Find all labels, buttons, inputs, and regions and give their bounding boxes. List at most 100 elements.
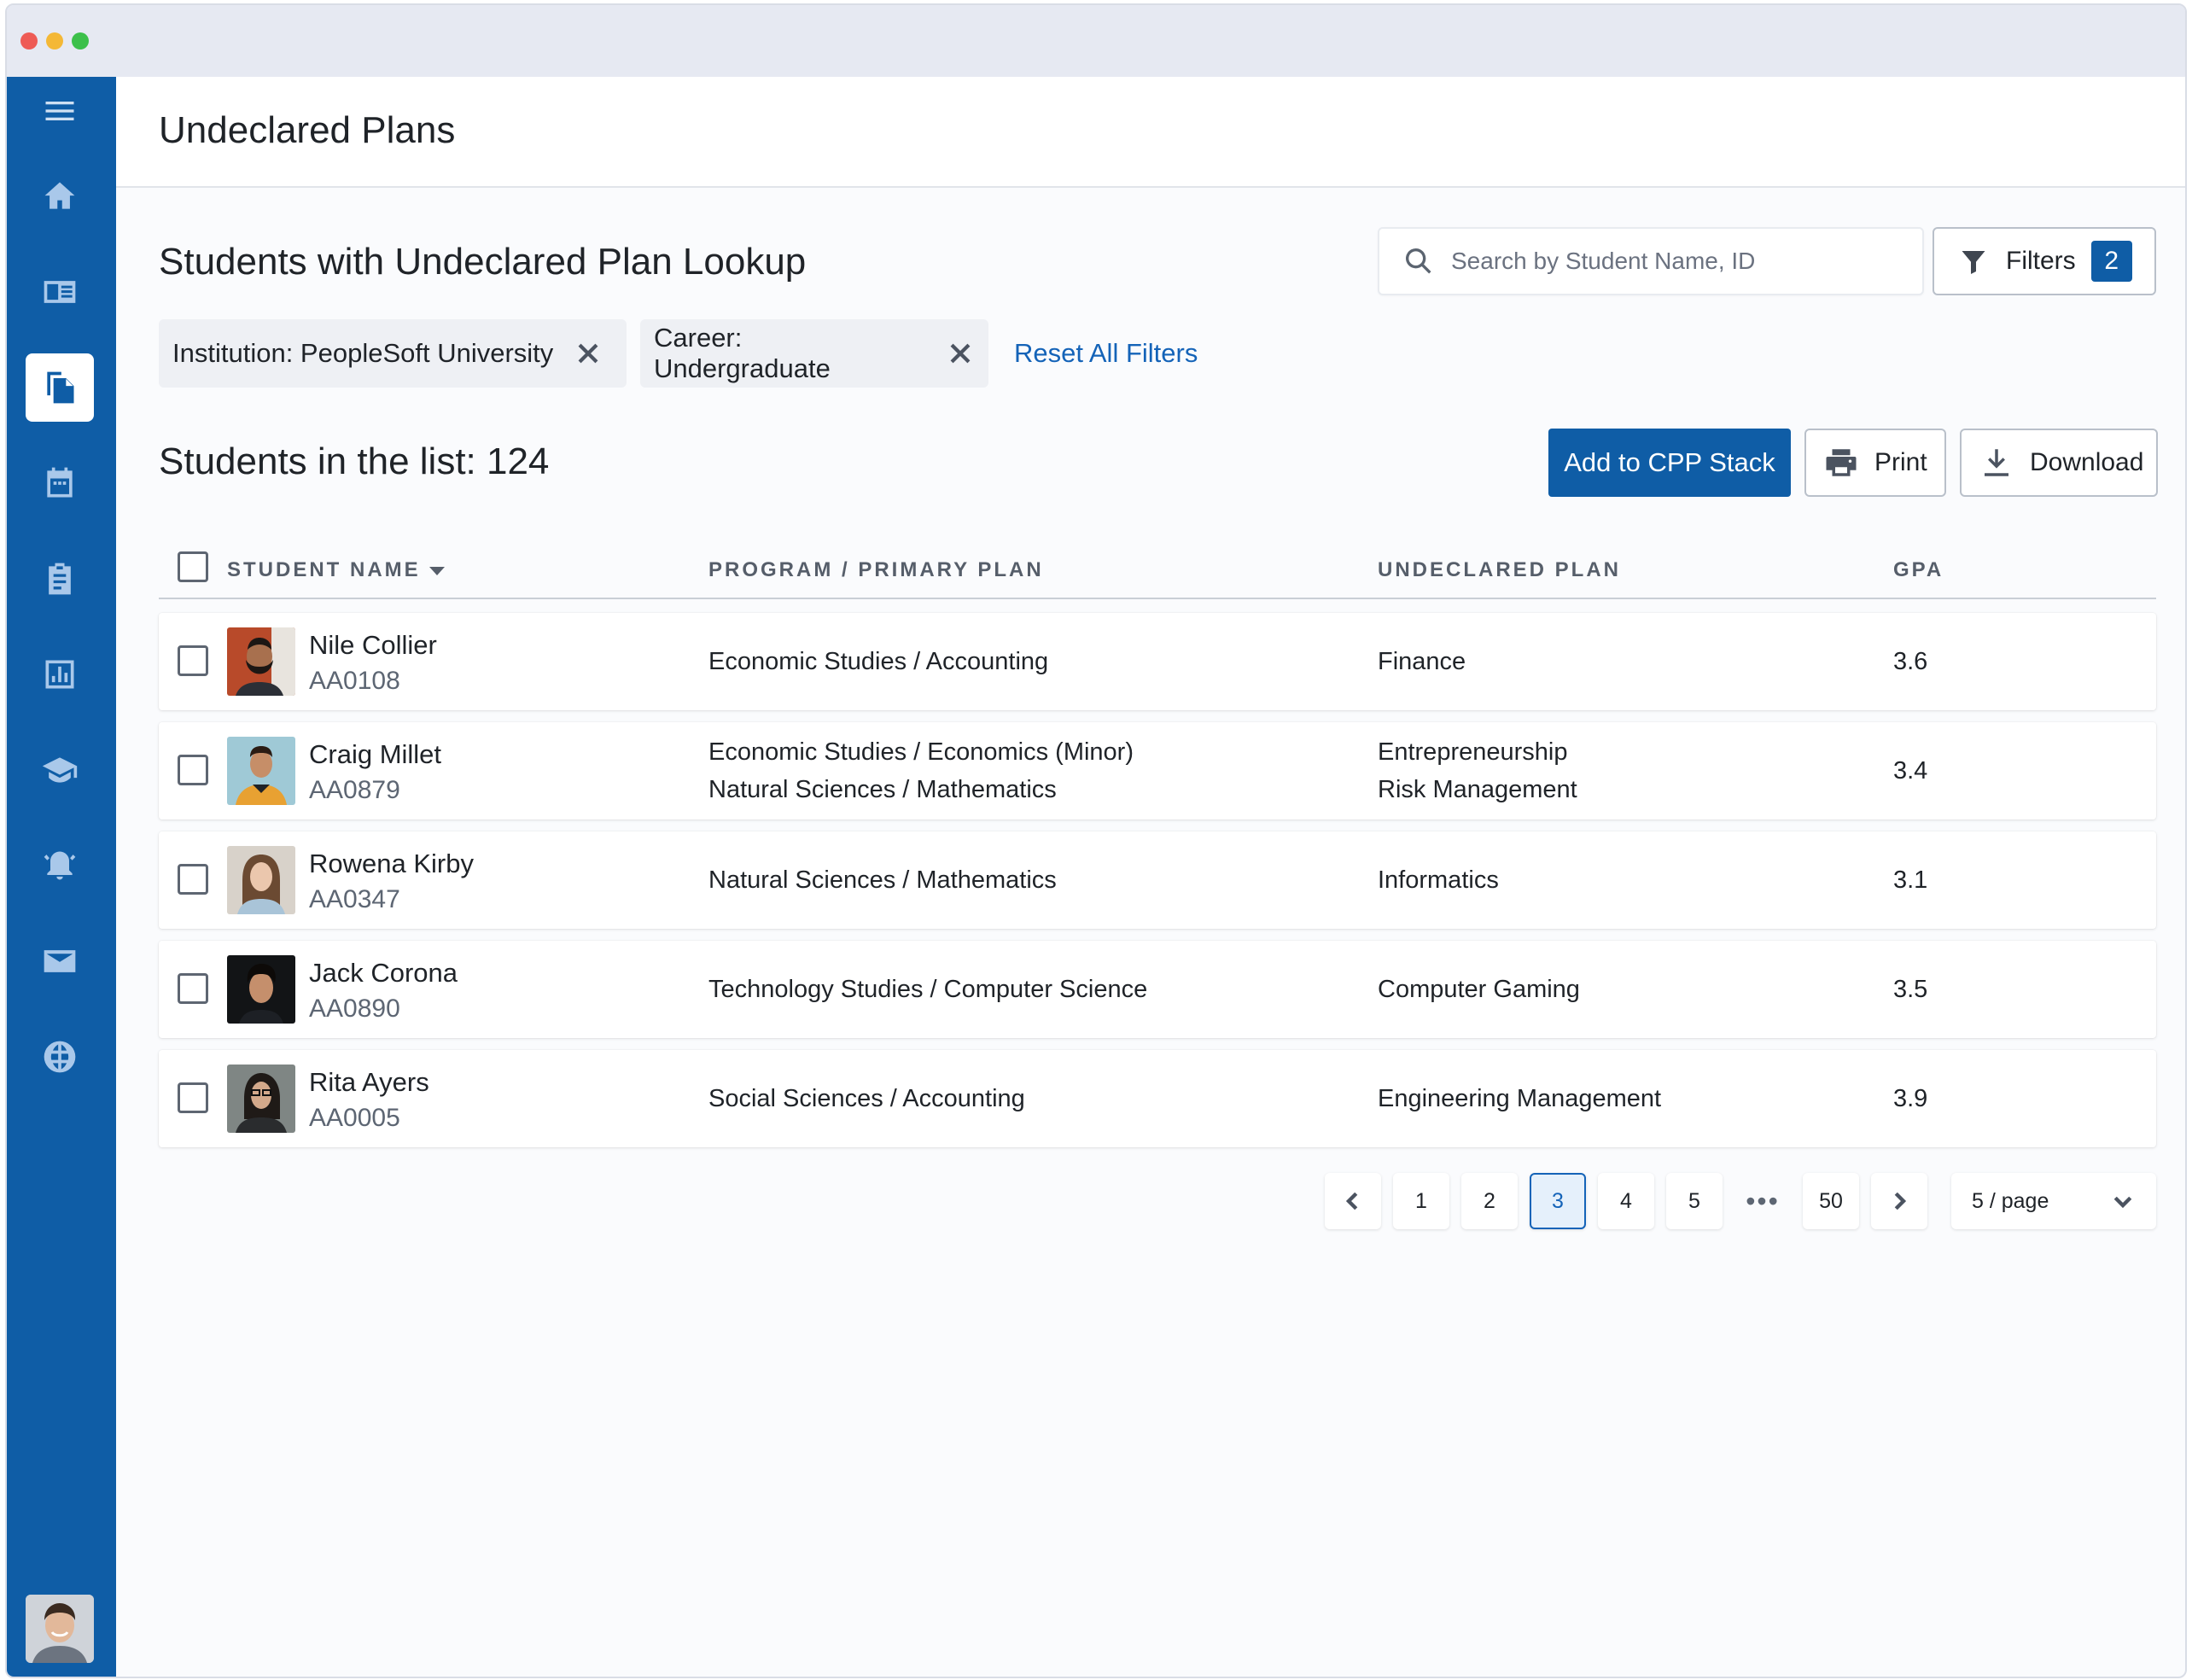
maximize-window-button[interactable] <box>72 32 89 50</box>
globe-icon <box>44 1041 76 1073</box>
sidebar-item-academics[interactable] <box>26 736 94 804</box>
search-box <box>1378 227 1924 295</box>
row-checkbox[interactable] <box>178 755 208 785</box>
print-button[interactable]: Print <box>1804 429 1946 497</box>
table-header: STUDENT NAME PROGRAM / PRIMARY PLAN UNDE… <box>159 540 2156 599</box>
remove-filter-button[interactable] <box>574 339 603 368</box>
column-header-gpa: GPA <box>1893 558 1944 581</box>
pagination-ellipsis[interactable]: ••• <box>1734 1173 1791 1229</box>
program-cell: Economic Studies / Accounting <box>708 643 1048 680</box>
close-icon <box>950 343 971 364</box>
table-row[interactable]: Rowena Kirby AA0347 Natural Sciences / M… <box>159 831 2156 929</box>
next-page-button[interactable] <box>1871 1173 1927 1229</box>
program-line: Economic Studies / Economics (Minor) <box>708 738 1134 766</box>
undeclared-plan-line: Informatics <box>1378 866 1499 894</box>
sidebar-item-messages[interactable] <box>26 927 94 995</box>
sidebar-item-home[interactable] <box>26 162 94 230</box>
undeclared-plan-line: Engineering Management <box>1378 1085 1662 1112</box>
sidebar-item-web[interactable] <box>26 1023 94 1091</box>
chevron-down-icon <box>2113 1196 2132 1209</box>
student-photo <box>227 1065 295 1133</box>
column-header-undeclared-plan: UNDECLARED PLAN <box>1378 558 1621 581</box>
page-button-3-current[interactable]: 3 <box>1530 1173 1586 1229</box>
chevron-left-icon <box>1345 1192 1358 1210</box>
students-table: STUDENT NAME PROGRAM / PRIMARY PLAN UNDE… <box>159 540 2156 1147</box>
student-name[interactable]: Nile Collier <box>309 630 437 661</box>
page-size-select[interactable]: 5 / page <box>1951 1173 2156 1229</box>
search-icon <box>1406 248 1431 274</box>
filter-funnel-icon <box>1962 251 1985 274</box>
sidebar <box>7 77 116 1677</box>
gpa-cell: 3.1 <box>1893 866 1928 894</box>
user-avatar-image <box>26 1595 94 1663</box>
sidebar-item-assignments[interactable] <box>26 545 94 613</box>
bar-chart-icon <box>45 660 74 689</box>
student-photo <box>227 955 295 1024</box>
minimize-window-button[interactable] <box>46 32 63 50</box>
section-title: Students with Undeclared Plan Lookup <box>159 241 807 283</box>
table-row[interactable]: Craig Millet AA0879 Economic Studies / E… <box>159 722 2156 820</box>
select-all-checkbox[interactable] <box>178 551 208 582</box>
gpa-cell: 3.5 <box>1893 976 1928 1003</box>
program-line: Natural Sciences / Mathematics <box>708 866 1057 894</box>
page-button-last[interactable]: 50 <box>1803 1173 1859 1229</box>
print-label: Print <box>1874 448 1927 476</box>
sidebar-item-reports[interactable] <box>26 640 94 709</box>
row-checkbox[interactable] <box>178 645 208 676</box>
prev-page-button[interactable] <box>1325 1173 1381 1229</box>
page-header: Undeclared Plans <box>116 77 2185 188</box>
sidebar-item-catalog[interactable] <box>26 258 94 326</box>
student-name[interactable]: Jack Corona <box>309 958 458 989</box>
page-button-4[interactable]: 4 <box>1598 1173 1654 1229</box>
undeclared-plan-cell: Entrepreneurship Risk Management <box>1378 733 1577 808</box>
program-cell: Natural Sciences / Mathematics <box>708 861 1057 899</box>
sort-caret-down-icon <box>428 566 445 575</box>
table-row[interactable]: Rita Ayers AA0005 Social Sciences / Acco… <box>159 1050 2156 1147</box>
menu-button[interactable] <box>26 77 94 145</box>
filter-chip-institution: Institution: PeopleSoft University <box>159 319 627 388</box>
column-header-label: STUDENT NAME <box>227 558 421 581</box>
column-header-student-name[interactable]: STUDENT NAME <box>227 558 445 582</box>
student-photo <box>227 627 295 696</box>
main-content: Students with Undeclared Plan Lookup Fil… <box>116 190 2185 1677</box>
undeclared-plan-cell: Finance <box>1378 643 1466 680</box>
sidebar-item-calendar[interactable] <box>26 449 94 517</box>
clipboard-icon <box>49 563 71 595</box>
close-icon <box>578 343 598 364</box>
table-row[interactable]: Nile Collier AA0108 Economic Studies / A… <box>159 613 2156 710</box>
gpa-cell: 3.4 <box>1893 757 1928 785</box>
user-avatar[interactable] <box>26 1595 94 1663</box>
student-name[interactable]: Rowena Kirby <box>309 849 474 879</box>
undeclared-plan-line: Computer Gaming <box>1378 976 1580 1003</box>
table-row[interactable]: Jack Corona AA0890 Technology Studies / … <box>159 941 2156 1038</box>
download-button[interactable]: Download <box>1960 429 2158 497</box>
calendar-icon <box>47 467 73 498</box>
undeclared-plan-cell: Computer Gaming <box>1378 971 1580 1008</box>
program-line: Technology Studies / Computer Science <box>708 976 1148 1003</box>
reset-all-filters-link[interactable]: Reset All Filters <box>1014 338 1198 369</box>
row-checkbox[interactable] <box>178 1082 208 1113</box>
page-button-5[interactable]: 5 <box>1666 1173 1723 1229</box>
add-to-cpp-stack-button[interactable]: Add to CPP Stack <box>1548 429 1791 497</box>
page-button-1[interactable]: 1 <box>1393 1173 1449 1229</box>
search-input[interactable] <box>1451 248 1912 275</box>
filters-count-badge: 2 <box>2090 241 2132 282</box>
page-button-2[interactable]: 2 <box>1461 1173 1518 1229</box>
close-window-button[interactable] <box>20 32 38 50</box>
student-id: AA0005 <box>309 1104 400 1132</box>
sidebar-item-documents[interactable] <box>26 353 94 422</box>
student-id: AA0890 <box>309 995 400 1023</box>
student-name[interactable]: Rita Ayers <box>309 1067 429 1098</box>
row-checkbox[interactable] <box>178 973 208 1004</box>
filter-chip-label: Career: Undergraduate <box>654 323 831 383</box>
sidebar-item-alerts[interactable] <box>26 831 94 900</box>
filters-button[interactable]: Filters 2 <box>1933 227 2156 295</box>
program-cell: Technology Studies / Computer Science <box>708 971 1147 1008</box>
remove-filter-button[interactable] <box>946 339 975 368</box>
chevron-right-icon <box>1894 1192 1907 1210</box>
student-name[interactable]: Craig Millet <box>309 739 441 770</box>
row-checkbox[interactable] <box>178 864 208 895</box>
undeclared-plan-cell: Informatics <box>1378 861 1499 899</box>
graduation-cap-icon <box>42 757 78 783</box>
program-line: Natural Sciences / Mathematics <box>708 776 1057 803</box>
